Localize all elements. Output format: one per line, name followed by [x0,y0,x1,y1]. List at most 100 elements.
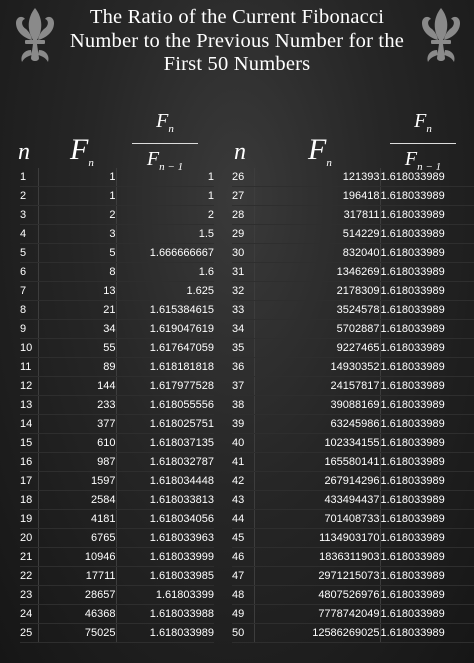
cell-n: 12 [20,376,39,396]
header-fn-base: F [70,133,89,166]
cell-ratio: 1.618033989 [380,509,474,529]
cell-fn: 832040 [254,243,381,263]
cell-n: 21 [20,547,39,567]
table-row: 14 377 1.618025751 [20,414,214,434]
table-row: 39 63245986 1.618033989 [232,414,474,434]
table-row: 211 [20,186,214,206]
table-row: 46 1836311903 1.618033989 [232,547,474,567]
cell-fn: 2971215073 [254,566,381,586]
cell-ratio: 1.618033989 [380,433,474,453]
cell-ratio: 1.618037135 [116,433,214,453]
table-row: 19 4181 1.618034056 [20,509,214,529]
cell-fn: 5 [38,243,117,263]
cell-fn: 121393 [254,168,381,187]
table-row: 40 102334155 1.618033989 [232,433,474,453]
cell-ratio: 1.6 [116,262,214,282]
header-fn-left: Fn [70,133,94,169]
cell-fn: 514229 [254,224,381,244]
cell-n: 7 [20,281,39,301]
cell-n: 18 [20,490,39,510]
cell-ratio: 1.618033999 [116,547,214,567]
cell-ratio: 1.618033989 [380,262,474,282]
cell-n: 31 [232,262,255,282]
ratio-num-base: F [156,110,169,132]
cell-n: 38 [232,395,255,415]
cell-fn: 2 [38,205,117,225]
table-row: 21 10946 1.618033999 [20,547,214,567]
cell-n: 40 [232,433,255,453]
cell-n: 50 [232,623,255,643]
cell-n: 32 [232,281,255,301]
cell-n: 49 [232,604,255,624]
cell-ratio: 1.618033985 [116,566,214,586]
cell-fn: 196418 [254,186,381,206]
cell-n: 37 [232,376,255,396]
cell-n: 8 [20,300,39,320]
fraction-bar [132,143,198,144]
cell-ratio: 1.618055556 [116,395,214,415]
cell-ratio: 1.618033989 [380,357,474,377]
cell-ratio: 1.61803399 [116,585,214,605]
cell-ratio: 1 [116,186,214,206]
table-row: 12 144 1.617977528 [20,376,214,396]
cell-fn: 1597 [38,471,117,491]
table-row: 10 55 1.617647059 [20,338,214,358]
cell-ratio: 2 [116,205,214,225]
cell-ratio: 1.618033989 [380,566,474,586]
table-row: 50 12586269025 1.618033989 [232,623,474,643]
cell-n: 5 [20,243,39,263]
table-row: 18 2584 1.618033813 [20,490,214,510]
ratio-num-sub: n [168,123,174,135]
cell-fn: 89 [38,357,117,377]
cell-n: 20 [20,528,39,548]
cell-fn: 701408733 [254,509,381,529]
cell-ratio: 1.618033813 [116,490,214,510]
cell-ratio: 1.618033989 [380,376,474,396]
cell-fn: 6765 [38,528,117,548]
cell-fn: 34 [38,319,117,339]
cell-n: 41 [232,452,255,472]
ratio-den-base: F [146,148,160,170]
cell-fn: 1346269 [254,262,381,282]
table-row: 49 7778742049 1.618033989 [232,604,474,624]
cell-fn: 1 [38,186,117,206]
cell-fn: 21 [38,300,117,320]
cell-n: 13 [20,395,39,415]
cell-n: 33 [232,300,255,320]
cell-ratio: 1.618033989 [380,585,474,605]
table-row: 48 4807526976 1.618033989 [232,585,474,605]
cell-n: 42 [232,471,255,491]
cell-fn: 4807526976 [254,585,381,605]
cell-n: 9 [20,319,39,339]
cell-n: 39 [232,414,255,434]
table-row: 20 6765 1.618033963 [20,528,214,548]
table-row: 4 3 1.5 [20,224,214,244]
cell-fn: 1134903170 [254,528,381,548]
table-row: 7 13 1.625 [20,281,214,301]
cell-n: 26 [232,168,255,187]
header-fn-right: Fn [308,133,332,169]
table-row: 28 317811 1.618033989 [232,205,474,225]
cell-n: 29 [232,224,255,244]
cell-n: 3 [20,205,39,225]
cell-ratio: 1.618033989 [380,319,474,339]
cell-n: 46 [232,547,255,567]
ratio-den-base: F [404,148,418,170]
cell-fn: 46368 [38,604,117,624]
table-row: 9 34 1.619047619 [20,319,214,339]
cell-fn: 17711 [38,566,117,586]
ratio-numerator: Fn [120,110,210,140]
cell-ratio: 1.618032787 [116,452,214,472]
cell-ratio: 1.618033988 [116,604,214,624]
table-row: 47 2971215073 1.618033989 [232,566,474,586]
table-row: 29 514229 1.618033989 [232,224,474,244]
cell-n: 44 [232,509,255,529]
cell-ratio: 1.618034056 [116,509,214,529]
table-row: 27 196418 1.618033989 [232,186,474,206]
cell-n: 1 [20,168,39,187]
cell-n: 6 [20,262,39,282]
cell-ratio: 1.618034448 [116,471,214,491]
table-row: 111 [20,168,214,187]
cell-fn: 24157817 [254,376,381,396]
table-row: 24 46368 1.618033988 [20,604,214,624]
